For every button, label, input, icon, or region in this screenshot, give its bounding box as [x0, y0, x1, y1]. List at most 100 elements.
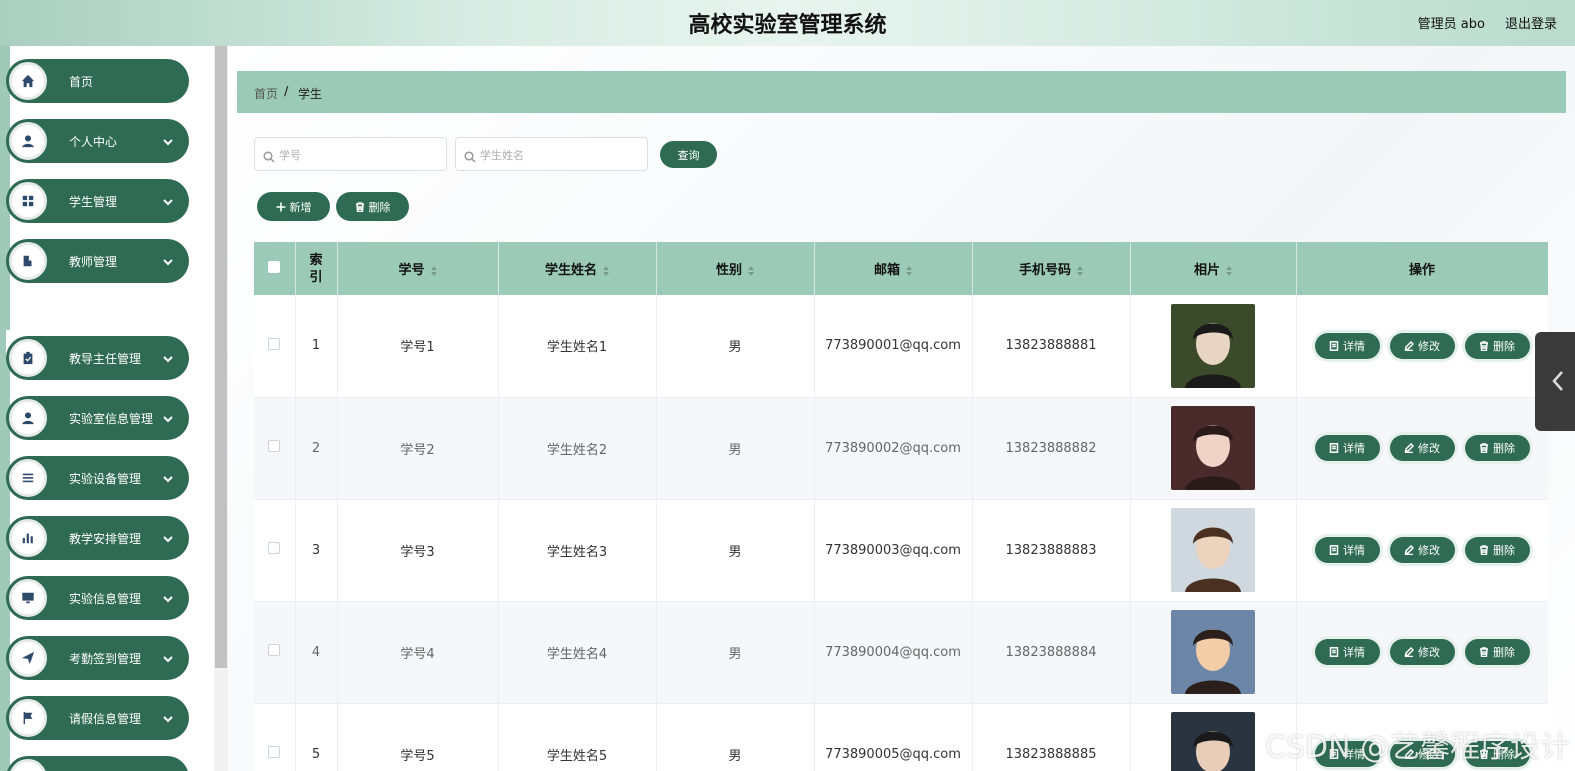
cell-student-id: 学号1	[337, 295, 499, 398]
breadcrumb-home[interactable]: 首页	[254, 85, 278, 102]
top-bar: 高校实验室管理系统 管理员 abo 退出登录	[0, 0, 1575, 46]
grid-icon	[9, 182, 47, 220]
document-icon	[1329, 443, 1339, 453]
current-user[interactable]: 管理员 abo	[1418, 13, 1485, 32]
sidebar-item-attendance[interactable]: 考勤签到管理	[6, 636, 189, 680]
student-photo[interactable]	[1171, 508, 1255, 592]
cell-photo	[1130, 397, 1297, 500]
row-checkbox[interactable]	[268, 337, 281, 350]
row-select-cell	[254, 295, 296, 398]
delete-button[interactable]: 删除	[1464, 435, 1530, 461]
student-name-input[interactable]	[480, 145, 630, 165]
row-select-cell	[254, 499, 296, 602]
student-photo[interactable]	[1171, 610, 1255, 694]
add-button[interactable]: 新增	[257, 192, 330, 221]
delete-label: 删除	[1493, 442, 1515, 455]
cell-index: 2	[295, 397, 338, 500]
select-all-checkbox[interactable]	[268, 260, 281, 273]
add-button-label: 新增	[289, 200, 312, 214]
sort-icon[interactable]	[430, 265, 437, 276]
cell-phone: 13823888882	[972, 397, 1131, 500]
column-header-label: 操作	[1408, 263, 1435, 278]
cell-gender: 男	[656, 601, 815, 704]
delete-button[interactable]: 删除	[1464, 639, 1530, 665]
row-select-cell	[254, 397, 296, 500]
row-checkbox[interactable]	[268, 542, 281, 554]
trash-icon	[1480, 341, 1488, 351]
row-checkbox[interactable]	[268, 746, 281, 758]
edit-button[interactable]: 修改	[1389, 639, 1455, 665]
breadcrumb-current: 学生	[298, 87, 323, 101]
list-icon	[9, 459, 47, 497]
sidebar-item-label: 学生管理	[69, 195, 118, 209]
delete-button[interactable]: 删除	[1464, 537, 1530, 563]
row-checkbox[interactable]	[268, 644, 281, 656]
sidebar-item-lab-info[interactable]: 实验室信息管理	[6, 396, 189, 440]
sort-icon[interactable]	[906, 265, 912, 276]
sidebar-item-experiment-info[interactable]: 实验信息管理	[6, 576, 189, 620]
chevron-down-icon	[163, 409, 173, 423]
logout-link[interactable]: 退出登录	[1505, 13, 1557, 32]
edit-button[interactable]: 修改	[1389, 332, 1455, 359]
cell-name: 学生姓名5	[498, 703, 657, 771]
edit-button[interactable]: 修改	[1389, 537, 1455, 563]
sort-icon[interactable]	[748, 265, 754, 276]
sidebar-item-label: 请假信息管理	[69, 712, 142, 726]
sidebar-scroll-thumb[interactable]	[215, 46, 227, 668]
sidebar-item-teachers[interactable]: 教师管理	[6, 239, 189, 283]
sidebar-item-dean[interactable]: 教导主任管理	[6, 336, 189, 380]
bulk-delete-button[interactable]: 删除	[336, 192, 409, 221]
sidebar-item-label: 教师管理	[69, 255, 118, 269]
column-header-label: 邮箱	[873, 263, 900, 278]
sidebar-item-teaching-schedule[interactable]: 教学安排管理	[6, 516, 189, 560]
student-id-search[interactable]	[254, 137, 447, 171]
sidebar-item-lab-equipment[interactable]: 实验设备管理	[6, 456, 189, 500]
column-header-email[interactable]: 邮箱	[814, 242, 973, 295]
sidebar-item-home[interactable]: 首页	[6, 59, 189, 103]
student-photo[interactable]	[1171, 303, 1255, 388]
student-id-input[interactable]	[279, 145, 429, 165]
column-header-phone[interactable]: 手机号码	[972, 242, 1131, 295]
column-header-gender[interactable]: 性别	[656, 242, 815, 295]
detail-label: 详情	[1343, 544, 1365, 557]
edit-label: 修改	[1418, 544, 1440, 557]
collapse-panel-handle[interactable]	[1535, 332, 1575, 431]
chevron-down-icon	[163, 252, 173, 266]
cell-phone: 13823888883	[972, 499, 1131, 602]
column-header-name[interactable]: 学生姓名	[498, 242, 657, 295]
table-row: 2 学号2 学生姓名2 男 773890002@qq.com 13823888882 详情 修…	[254, 397, 1548, 500]
sort-icon[interactable]	[603, 265, 609, 276]
sidebar-item-profile[interactable]: 个人中心	[6, 119, 189, 163]
delete-button[interactable]: 删除	[1464, 332, 1530, 359]
menu-icon	[9, 759, 47, 771]
edit-button[interactable]: 修改	[1389, 435, 1455, 461]
cell-student-id: 学号4	[337, 601, 499, 704]
column-header-student-id[interactable]: 学号	[337, 242, 499, 295]
pencil-icon	[1404, 647, 1414, 657]
sort-icon[interactable]	[1226, 265, 1232, 276]
trash-icon	[1480, 545, 1488, 555]
student-photo[interactable]	[1171, 712, 1255, 771]
sidebar-item-leave[interactable]: 请假信息管理	[6, 696, 189, 740]
sidebar-item-label: 首页	[69, 75, 94, 89]
document-icon	[1329, 340, 1339, 351]
flag-icon	[9, 699, 47, 737]
sort-icon[interactable]	[1077, 265, 1083, 276]
detail-button[interactable]: 详情	[1314, 435, 1380, 461]
cell-student-id: 学号2	[337, 397, 499, 500]
query-button[interactable]: 查询	[660, 141, 717, 168]
row-checkbox[interactable]	[268, 440, 281, 452]
student-photo[interactable]	[1171, 406, 1255, 490]
sidebar-item-more[interactable]	[6, 756, 189, 771]
edit-label: 修改	[1418, 646, 1440, 659]
detail-button[interactable]: 详情	[1314, 332, 1380, 359]
student-name-search[interactable]	[455, 137, 648, 171]
pencil-icon	[1404, 545, 1414, 555]
sidebar-item-students[interactable]: 学生管理	[6, 179, 189, 223]
detail-button[interactable]: 详情	[1314, 639, 1380, 665]
detail-button[interactable]: 详情	[1314, 537, 1380, 563]
cell-photo	[1130, 295, 1297, 398]
column-header-photo[interactable]: 相片	[1130, 242, 1297, 295]
document-icon	[1329, 647, 1339, 657]
column-header-label: 学生姓名	[544, 263, 597, 278]
